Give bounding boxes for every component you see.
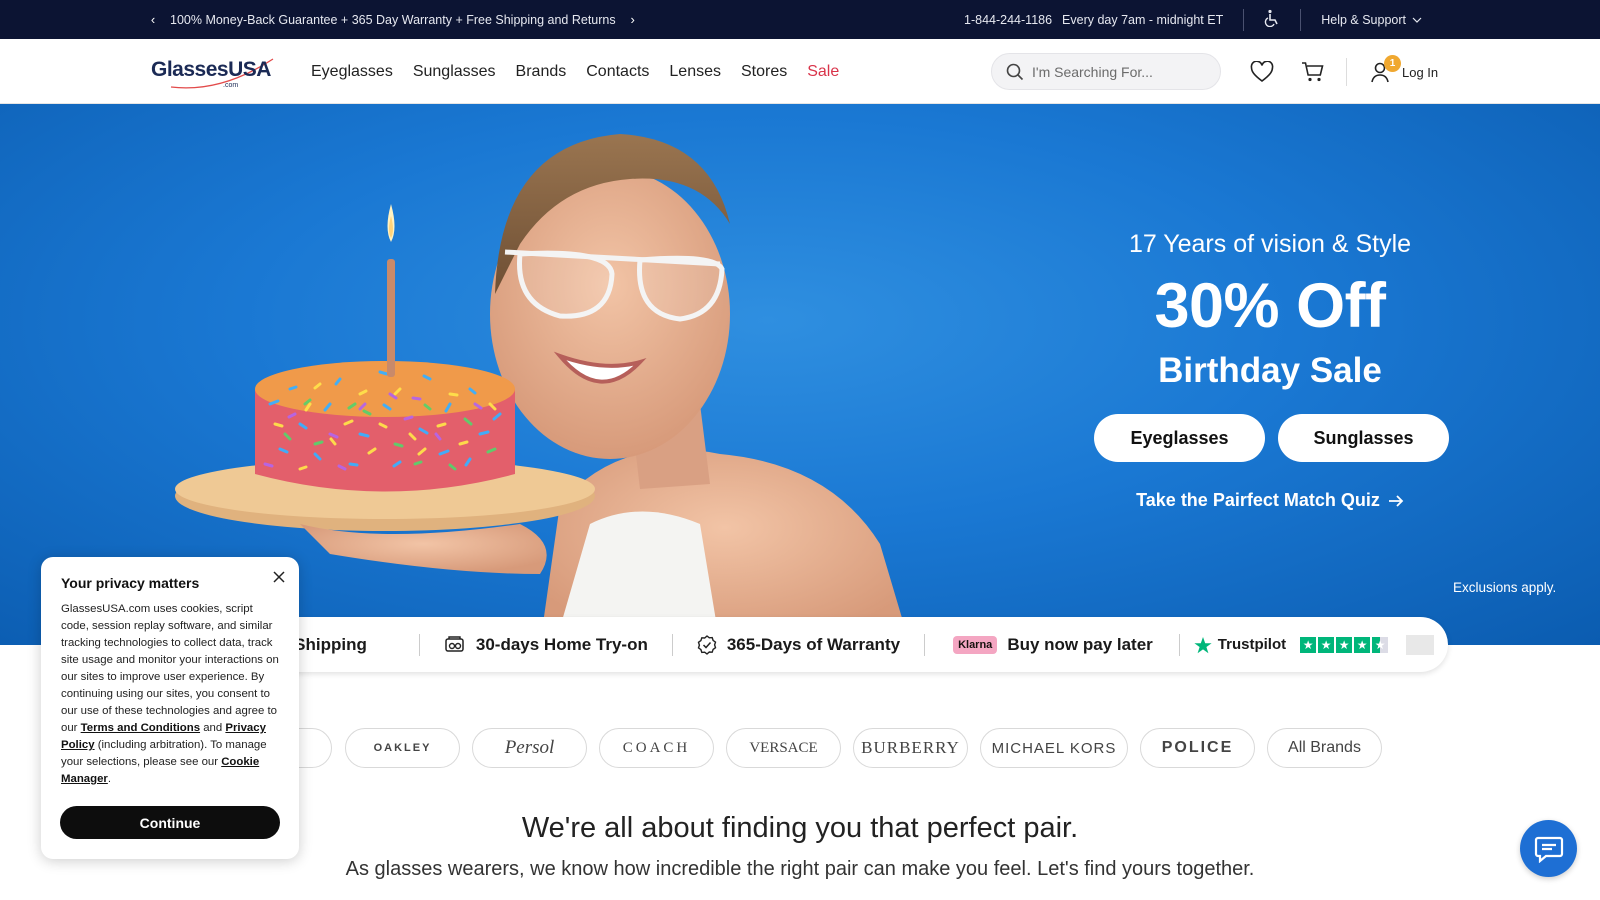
star-icon: ★ <box>1318 636 1335 653</box>
trustpilot-label: Trustpilot <box>1217 636 1287 653</box>
primary-nav: Eyeglasses Sunglasses Brands Contacts Le… <box>311 39 839 104</box>
privacy-end: . <box>107 773 112 785</box>
main-header: GlassesUSA .com Eyeglasses Sunglasses Br… <box>0 39 1600 104</box>
arrow-right-icon <box>1388 494 1404 507</box>
brand-chip-michael-kors[interactable]: MICHAEL KORS <box>980 728 1128 768</box>
klarna-badge: Klarna <box>953 635 998 654</box>
star-icon: ★ <box>1354 636 1371 653</box>
brand-police: POLICE <box>1161 739 1234 756</box>
benefit-tryon-label: 30-days Home Try-on <box>475 634 648 654</box>
brand-chip-oakley[interactable]: OAKLEY <box>345 728 460 768</box>
divider <box>924 633 926 656</box>
login-button[interactable]: 1 Log In <box>1370 55 1439 87</box>
chevron-down-icon <box>1412 17 1422 23</box>
announcement-bar: ‹ 100% Money-Back Guarantee + 365 Day Wa… <box>0 0 1600 39</box>
privacy-and: and <box>200 722 226 734</box>
nav-brands[interactable]: Brands <box>516 63 567 81</box>
star-icon: ★ <box>1336 636 1353 653</box>
support-hours: Every day 7am - midnight ET <box>1062 12 1224 27</box>
nav-sale[interactable]: Sale <box>807 63 839 81</box>
quiz-link[interactable]: Take the Pairfect Match Quiz <box>1080 490 1460 511</box>
shop-sunglasses-button[interactable]: Sunglasses <box>1278 414 1449 462</box>
divider <box>1300 8 1302 31</box>
login-label: Log In <box>1402 64 1439 80</box>
trustpilot-rating[interactable]: Trustpilot ★ ★ ★ ★ ★ <box>1194 634 1435 655</box>
section-subline: As glasses wearers, we know how incredib… <box>345 858 1255 880</box>
logo-suffix: .com <box>223 82 239 89</box>
brand-chip-persol[interactable]: Persol <box>472 728 587 768</box>
user-icon: 1 <box>1370 55 1401 83</box>
logo-text: GlassesUSA <box>151 58 271 81</box>
chevron-left-icon[interactable]: ‹ <box>148 12 158 27</box>
privacy-title: Your privacy matters <box>61 575 200 591</box>
brand-burberry: BURBERRY <box>861 738 960 757</box>
chevron-right-icon[interactable]: › <box>628 12 638 27</box>
chat-bubble-icon <box>1534 836 1563 863</box>
benefits-bar: e Shipping 30-days Home Try-on 365-Days … <box>160 617 1448 672</box>
brand-versace: VERSACE <box>749 739 818 756</box>
hero-headline: 30% Off <box>1154 271 1386 341</box>
privacy-text-1: GlassesUSA.com uses cookies, script code… <box>61 603 279 734</box>
benefit-bnpl[interactable]: Klarna Buy now pay later <box>953 635 1153 655</box>
close-icon[interactable] <box>271 569 287 585</box>
brand-chip-coach[interactable]: COACH <box>599 728 714 768</box>
terms-link[interactable]: Terms and Conditions <box>81 722 200 734</box>
divider <box>671 633 673 656</box>
all-brands-button[interactable]: All Brands <box>1267 728 1382 768</box>
hero-subheadline: Birthday Sale <box>1158 351 1382 390</box>
trustpilot-star-icon <box>1194 636 1212 653</box>
shop-eyeglasses-button[interactable]: Eyeglasses <box>1094 414 1265 462</box>
brand-chip-police[interactable]: POLICE <box>1140 728 1255 768</box>
search-icon <box>1006 63 1024 80</box>
badge-check-icon <box>697 634 717 655</box>
star-icon: ★ <box>1300 636 1317 653</box>
divider <box>1346 58 1347 86</box>
half-star-icon: ★ <box>1372 636 1389 653</box>
benefit-bnpl-label: Buy now pay later <box>1007 634 1153 654</box>
accessibility-icon[interactable] <box>1264 9 1280 30</box>
nav-eyeglasses[interactable]: Eyeglasses <box>311 63 393 81</box>
nav-stores[interactable]: Stores <box>741 63 787 81</box>
promo-carousel: ‹ 100% Money-Back Guarantee + 365 Day Wa… <box>148 0 638 39</box>
privacy-body: GlassesUSA.com uses cookies, script code… <box>61 601 279 788</box>
brand-chip-versace[interactable]: VERSACE <box>726 728 841 768</box>
search-box[interactable] <box>991 53 1221 90</box>
home-tryon-icon <box>445 635 464 652</box>
benefit-tryon[interactable]: 30-days Home Try-on <box>444 635 648 655</box>
brand-chip-burberry[interactable]: BURBERRY <box>853 728 968 768</box>
wishlist-heart-icon[interactable] <box>1248 58 1276 86</box>
brand-coach: COACH <box>622 739 691 756</box>
cart-icon[interactable] <box>1299 58 1327 86</box>
hero-subtitle: 17 Years of vision & Style <box>1128 230 1412 258</box>
help-label: Help & Support <box>1321 12 1406 27</box>
search-input[interactable] <box>1032 63 1212 80</box>
brand-persol: Persol <box>504 737 555 758</box>
divider <box>1243 8 1245 31</box>
brand-oakley: OAKLEY <box>373 742 432 754</box>
divider <box>1178 633 1180 656</box>
help-support-menu[interactable]: Help & Support <box>1321 13 1422 27</box>
trustpilot-stars: ★ ★ ★ ★ ★ <box>1300 636 1389 653</box>
benefit-warranty[interactable]: 365-Days of Warranty <box>697 635 900 655</box>
benefit-warranty-label: 365-Days of Warranty <box>726 634 901 654</box>
brand-michael-kors: MICHAEL KORS <box>991 739 1117 757</box>
support-phone[interactable]: 1-844-244-1186 <box>964 13 1052 27</box>
nav-lenses[interactable]: Lenses <box>669 63 721 81</box>
site-logo[interactable]: GlassesUSA .com <box>151 53 276 93</box>
continue-button[interactable]: Continue <box>60 806 280 839</box>
divider <box>418 633 420 656</box>
quiz-label: Take the Pairfect Match Quiz <box>1136 490 1380 510</box>
notification-badge: 1 <box>1384 55 1401 72</box>
nav-contacts[interactable]: Contacts <box>586 63 649 81</box>
promo-text: 100% Money-Back Guarantee + 365 Day Warr… <box>170 12 616 27</box>
nav-sunglasses[interactable]: Sunglasses <box>413 63 496 81</box>
exclusions-note: Exclusions apply. <box>1453 580 1557 595</box>
chat-button[interactable] <box>1520 820 1577 877</box>
privacy-dialog: Your privacy matters GlassesUSA.com uses… <box>41 557 299 859</box>
placeholder-icon <box>1406 634 1435 655</box>
